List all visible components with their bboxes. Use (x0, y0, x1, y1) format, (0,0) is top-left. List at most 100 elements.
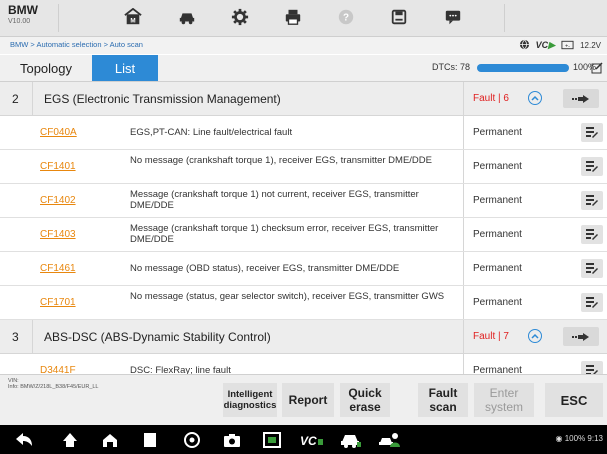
dtc-row: CF1402 Message (crankshaft torque 1) not… (0, 184, 607, 218)
car-user-icon[interactable] (378, 430, 400, 449)
module-name: ABS-DSC (ABS-Dynamic Stability Control) (44, 330, 271, 344)
app-version: V10.00 (8, 18, 31, 25)
dtc-row: CF1401 No message (crankshaft torque 1),… (0, 150, 607, 184)
home-icon[interactable] (60, 430, 80, 449)
svg-text:M: M (130, 17, 135, 24)
dtc-status: Permanent (473, 229, 522, 240)
module-fault-count: Fault | 6 (473, 93, 509, 104)
vci-connected-icon: ▶ (548, 40, 556, 50)
dtc-description: No message (crankshaft torque 1), receiv… (130, 155, 432, 166)
column-divider (463, 218, 464, 251)
toolbar-divider (504, 4, 505, 32)
dtc-row: CF1701 No message (status, gear selector… (0, 286, 607, 320)
button-label-line: Quick (348, 386, 382, 400)
view-tabs: Topology List DTCs: 78 100% (0, 55, 607, 82)
connection-status: VC▶ +- 12.2V (519, 39, 601, 52)
column-divider (32, 320, 33, 353)
dtc-code-link[interactable]: CF040A (40, 127, 77, 138)
brand: BMW V10.00 (8, 4, 38, 27)
dtc-code-link[interactable]: CF1403 (40, 229, 76, 240)
action-bar: VIN: Info: BMW/Z/218L_B38/F45/EUR_LL Int… (0, 374, 607, 425)
module-number: 3 (12, 330, 19, 344)
enter-module-button[interactable] (563, 327, 599, 346)
freeze-frame-button[interactable] (581, 191, 603, 210)
dtc-code-link[interactable]: CF1402 (40, 195, 76, 206)
camera-icon[interactable] (222, 430, 242, 449)
dtc-description: Message (crankshaft torque 1) not curren… (130, 189, 419, 211)
collapse-chevron-icon[interactable] (528, 329, 542, 343)
battery-icon: +- (561, 40, 574, 52)
scan-progress-fill (477, 64, 569, 72)
button-label-line: Enter (489, 386, 519, 400)
edit-icon[interactable] (591, 61, 603, 74)
button-label-line: Fault (428, 386, 458, 400)
vehicle-info: VIN: Info: BMW/Z/218L_B38/F45/EUR_LL (8, 378, 99, 390)
module-group-header[interactable]: 3 ABS-DSC (ABS-Dynamic Stability Control… (0, 320, 607, 354)
tab-topology[interactable]: Topology (0, 55, 92, 81)
freeze-frame-button[interactable] (581, 293, 603, 312)
vehicle-icon[interactable] (176, 6, 198, 28)
dtc-count: DTCs: 78 (432, 62, 471, 72)
wifi-icon: ◉ (555, 434, 563, 443)
quick-erase-button[interactable]: Quick erase (340, 383, 390, 417)
column-divider (463, 320, 464, 353)
print-icon[interactable] (282, 6, 304, 28)
freeze-frame-button[interactable] (581, 123, 603, 142)
chat-icon[interactable] (442, 6, 464, 28)
enter-module-button[interactable] (563, 89, 599, 108)
dtc-code-link[interactable]: CF1401 (40, 161, 76, 172)
chrome-icon[interactable] (182, 430, 202, 449)
back-icon[interactable] (14, 430, 34, 449)
dtc-status: Permanent (473, 161, 522, 172)
dtc-row: CF1461 No message (OBD status), receiver… (0, 252, 607, 286)
dtc-description: No message (OBD status), receiver EGS, t… (130, 263, 400, 274)
settings-icon[interactable] (229, 6, 251, 28)
enter-system-button[interactable]: Enter system (474, 383, 534, 417)
vcb-icon[interactable]: VC (300, 430, 324, 449)
dtc-code-link[interactable]: CF1701 (40, 297, 76, 308)
voltage-value: 12.2V (580, 41, 601, 50)
dtc-status: Permanent (473, 195, 522, 206)
screenshot-icon[interactable] (262, 430, 282, 449)
toolbar-divider (58, 4, 59, 32)
freeze-frame-button[interactable] (581, 259, 603, 278)
esc-button[interactable]: ESC (545, 383, 603, 417)
column-divider (463, 184, 464, 217)
fault-scan-button[interactable]: Fault scan (418, 383, 468, 417)
report-button[interactable]: Report (282, 383, 334, 417)
dtc-code-link[interactable]: CF1461 (40, 263, 76, 274)
freeze-frame-button[interactable] (581, 225, 603, 244)
house-icon[interactable] (100, 430, 120, 449)
dtc-list: 2 EGS (Electronic Transmission Managemen… (0, 82, 607, 388)
system-status: ◉ 100% 9:13 (556, 434, 603, 443)
breadcrumb-bar: BMW > Automatic selection > Auto scan VC… (0, 37, 607, 54)
intelligent-diagnostics-button[interactable]: Intelligent diagnostics (223, 383, 277, 417)
svg-text:VC: VC (300, 434, 317, 447)
save-icon[interactable] (388, 6, 410, 28)
scan-progress-bar (477, 64, 569, 72)
svg-text:?: ? (343, 13, 349, 24)
dtc-row: CF1403 Message (crankshaft torque 1) che… (0, 218, 607, 252)
module-group-header[interactable]: 2 EGS (Electronic Transmission Managemen… (0, 82, 607, 116)
vci-label: VC (535, 40, 549, 50)
button-label-line: diagnostics (223, 400, 277, 411)
column-divider (463, 286, 464, 319)
freeze-frame-button[interactable] (581, 157, 603, 176)
column-divider (463, 116, 464, 149)
help-icon[interactable]: ? (335, 6, 357, 28)
column-divider (32, 82, 33, 115)
collapse-chevron-icon[interactable] (528, 91, 542, 105)
tab-list[interactable]: List (92, 55, 158, 81)
module-name: EGS (Electronic Transmission Management) (44, 92, 281, 106)
car-icon[interactable] (340, 430, 362, 449)
button-label-line: scan (429, 400, 457, 414)
dtc-description: Message (crankshaft torque 1) checksum e… (130, 223, 439, 245)
dtc-description: EGS,PT-CAN: Line fault/electrical fault (130, 127, 293, 138)
top-toolbar: BMW V10.00 M ? (0, 0, 607, 37)
column-divider (463, 82, 464, 115)
module-number: 2 (12, 92, 19, 106)
home-icon[interactable]: M (122, 6, 144, 28)
recents-icon[interactable] (140, 430, 160, 449)
svg-text:+-: +- (565, 43, 570, 49)
module-fault-count: Fault | 7 (473, 331, 509, 342)
